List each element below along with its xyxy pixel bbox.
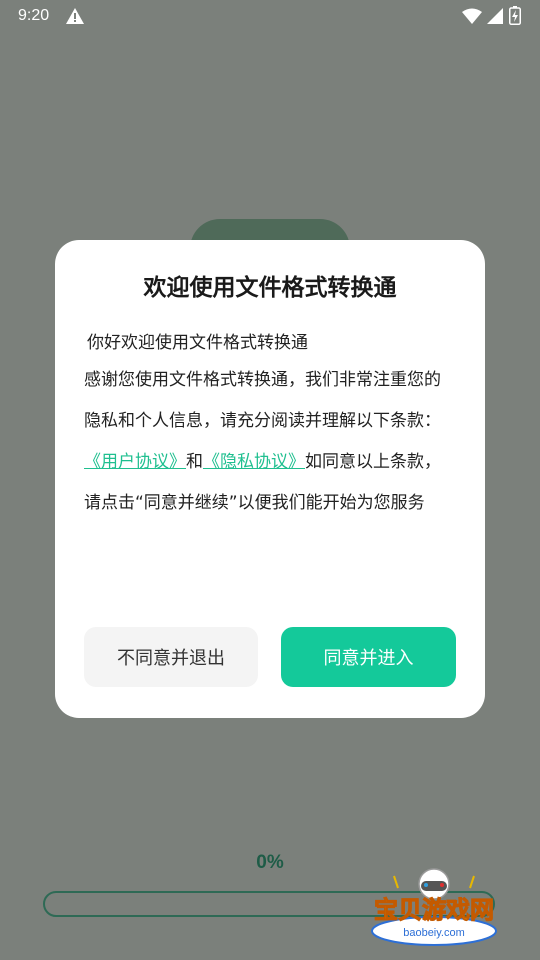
warning-icon — [66, 8, 84, 24]
dialog-greeting: 你好欢迎使用文件格式转换通 — [87, 333, 308, 353]
user-agreement-link[interactable]: 《用户协议》 — [84, 452, 186, 472]
watermark-logo: 宝贝游戏网 baobeiy.com — [371, 868, 497, 946]
dialog-title: 欢迎使用文件格式转换通 — [143, 275, 397, 301]
battery-icon — [509, 6, 521, 25]
privacy-dialog: 欢迎使用文件格式转换通 你好欢迎使用文件格式转换通 感谢您使用文件格式转换通，我… — [55, 240, 485, 718]
dialog-consent-line: 《用户协议》和《隐私协议》如同意以上条款，请点击“同意并继续”以便我们能开始为您… — [84, 442, 456, 524]
disagree-exit-button[interactable]: 不同意并退出 — [84, 627, 258, 687]
wifi-icon — [462, 8, 482, 24]
privacy-policy-link[interactable]: 《隐私协议》 — [203, 452, 305, 472]
agree-enter-button[interactable]: 同意并进入 — [281, 627, 456, 687]
status-time: 9:20 — [18, 7, 50, 24]
and-text: 和 — [186, 452, 203, 472]
dialog-body: 感谢您使用文件格式转换通，我们非常注重您的隐私和个人信息，请充分阅读并理解以下条… — [84, 360, 456, 524]
dialog-paragraph: 感谢您使用文件格式转换通，我们非常注重您的隐私和个人信息，请充分阅读并理解以下条… — [84, 370, 441, 431]
svg-text:宝贝游戏网: 宝贝游戏网 — [374, 896, 494, 924]
signal-icon — [487, 8, 503, 24]
status-bar: 9:20 — [0, 0, 540, 34]
svg-text:baobeiy.com: baobeiy.com — [403, 927, 465, 939]
